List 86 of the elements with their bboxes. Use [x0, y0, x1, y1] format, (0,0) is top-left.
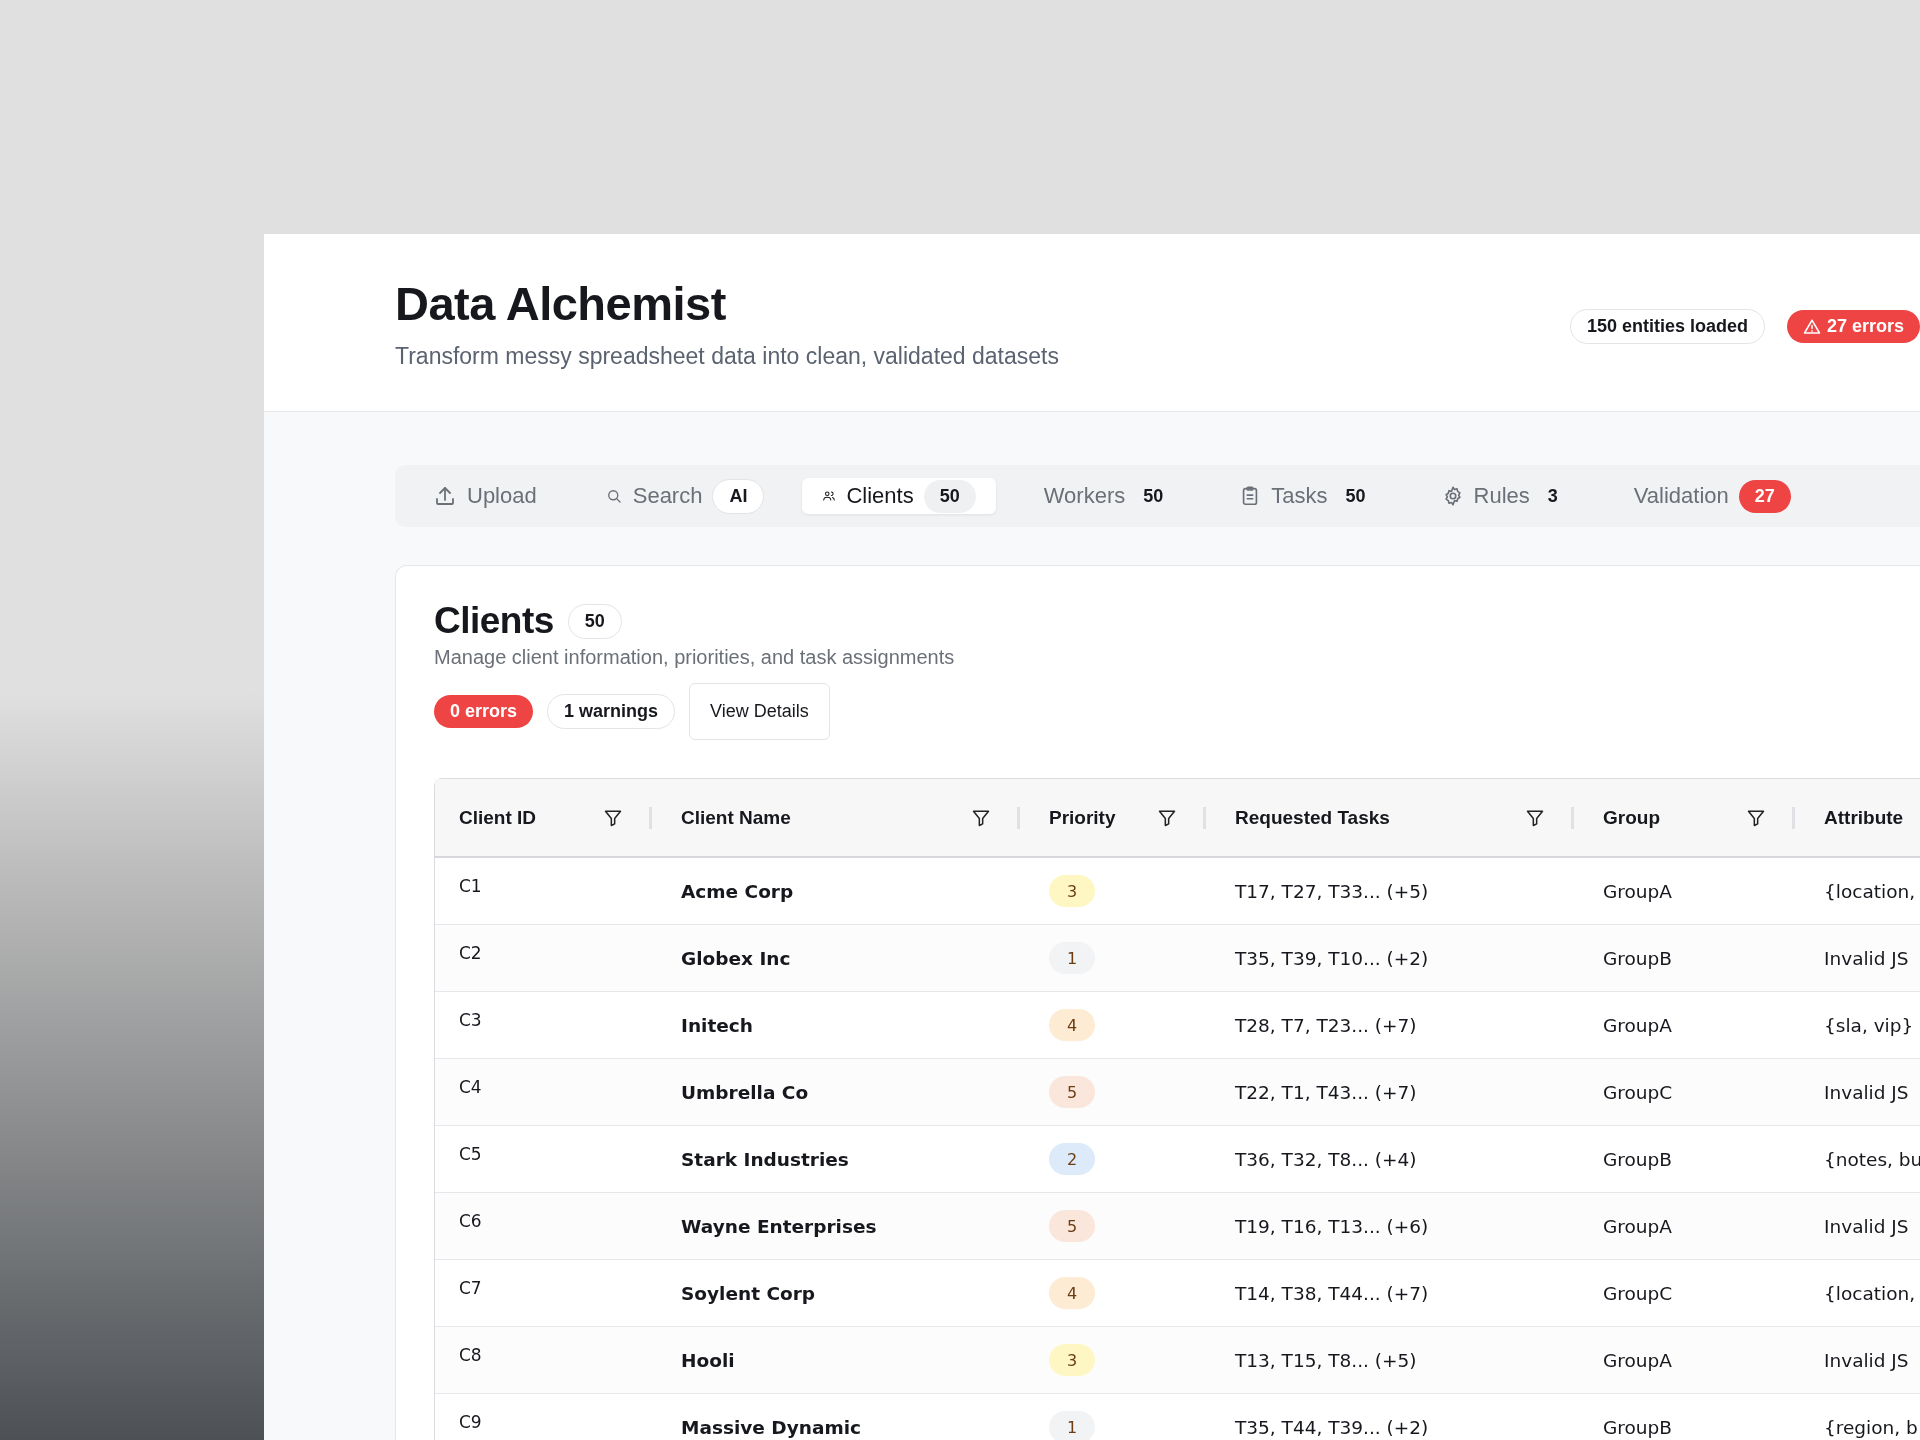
table-cell-text: T35, T44, T39... (+2) [1234, 1416, 1430, 1438]
table-cell-text: {sla, vip} [1823, 1014, 1915, 1036]
column-header: Client ID [459, 806, 537, 829]
table-cell-text: C1 [458, 876, 483, 896]
count-label: 50 [1344, 484, 1367, 508]
table-cell-text: {notes, bu [1823, 1148, 1920, 1170]
priority-badge: 3 [1049, 1344, 1095, 1376]
table-cell-text: GroupC [1602, 1081, 1674, 1103]
tab[interactable]: Upload [403, 478, 557, 514]
tab[interactable]: Rules 3 [1411, 478, 1586, 514]
app-title: Data Alchemist [395, 275, 727, 331]
status-badge: 150 entities loaded [1569, 309, 1765, 344]
table-cell-text: Initech [680, 1014, 754, 1036]
table-cell-text: GroupB [1602, 1416, 1673, 1438]
table-cell-text: C4 [458, 1077, 483, 1097]
priority-badge: 4 [1049, 1277, 1095, 1309]
priority-badge: 3 [1049, 875, 1095, 907]
table-cell-text: C8 [458, 1345, 483, 1365]
tab[interactable]: Tasks 50 [1209, 478, 1394, 514]
table-cell-text: C2 [458, 943, 483, 963]
table-cell-text: {region, b [1823, 1416, 1919, 1438]
priority-badge: 4 [1049, 1009, 1095, 1041]
count-badge: AI [712, 478, 765, 514]
view-details-button[interactable]: View Details [689, 683, 830, 740]
table-cell-text: T14, T38, T44... (+7) [1234, 1282, 1430, 1304]
table-cell-text: GroupA [1602, 1215, 1673, 1237]
table-cell-text: C5 [458, 1144, 483, 1164]
table-cell-text: Invalid JS [1823, 1081, 1910, 1103]
table-cell-text: Wayne Enterprises [680, 1215, 878, 1237]
priority-badge: 1 [1049, 1411, 1095, 1440]
count-badge: 50 [567, 603, 622, 639]
table-cell-text: Invalid JS [1823, 1349, 1910, 1371]
warning-icon [1802, 317, 1821, 336]
table-cell-text: T13, T15, T8... (+5) [1234, 1349, 1418, 1371]
table-cell-text: Invalid JS [1823, 947, 1910, 969]
table-cell-text: T36, T32, T8... (+4) [1234, 1148, 1418, 1170]
table-cell-text: T17, T27, T33... (+5) [1234, 880, 1430, 902]
table-cell-text: {location, [1823, 880, 1917, 902]
table-cell-text: T22, T1, T43... (+7) [1234, 1081, 1418, 1103]
table-cell-text: GroupC [1602, 1282, 1674, 1304]
table-cell-text: Invalid JS [1823, 1215, 1910, 1237]
upload-icon [433, 484, 457, 508]
column-header: Client Name [681, 806, 791, 829]
tab[interactable]: Search AI [574, 478, 785, 514]
tab[interactable]: Workers 50 [1013, 478, 1192, 514]
priority-badge: 5 [1049, 1076, 1095, 1108]
table-cell-text: Umbrella Co [680, 1081, 810, 1103]
people-icon [822, 489, 837, 503]
count-badge: 50 [923, 479, 976, 513]
table-cell-text: Acme Corp [680, 880, 795, 902]
priority-badge: 5 [1049, 1210, 1095, 1242]
table-cell-text: C6 [458, 1211, 483, 1231]
column-header: Priority [1049, 806, 1116, 829]
table-cell-text: Soylent Corp [680, 1282, 817, 1304]
count-label: 3 [1546, 484, 1559, 508]
table-cell-text: C7 [458, 1278, 483, 1298]
table-cell-text: GroupB [1602, 947, 1673, 969]
table-cell-text: GroupB [1602, 1148, 1673, 1170]
table-cell-text: T35, T39, T10... (+2) [1234, 947, 1430, 969]
table-cell-text: Stark Industries [680, 1148, 850, 1170]
table-cell-text: Massive Dynamic [680, 1416, 862, 1438]
tab[interactable]: Clients 50 [802, 478, 996, 514]
section-title: Clients [434, 600, 554, 642]
table-cell-text: GroupA [1602, 1014, 1673, 1036]
table-cell-text: T28, T7, T23... (+7) [1234, 1014, 1418, 1036]
tab[interactable]: Validation 27 [1603, 478, 1811, 514]
warning-count-badge: 1 warnings [547, 694, 676, 729]
table-cell-text: C3 [458, 1010, 483, 1030]
error-count-badge: 0 errors [434, 695, 534, 728]
table-cell-text: GroupA [1602, 880, 1673, 902]
priority-badge: 2 [1049, 1143, 1095, 1175]
section-subtitle: Manage client information, priorities, and task assignments [434, 646, 956, 669]
priority-badge: 1 [1049, 942, 1095, 974]
table-cell-text: {location, [1823, 1282, 1917, 1304]
count-label: 50 [1142, 484, 1165, 508]
table-cell-text: Hooli [680, 1349, 736, 1371]
column-header: Group [1603, 806, 1660, 829]
error-badge: 27 errors [1786, 310, 1920, 343]
column-header: Attribute [1824, 806, 1904, 829]
table-cell-text: GroupA [1602, 1349, 1673, 1371]
table-cell-text: C9 [458, 1412, 483, 1432]
column-header: Requested Tasks [1235, 806, 1390, 829]
table-cell-text: Globex Inc [680, 947, 792, 969]
app-subtitle: Transform messy spreadsheet data into clean, validated datasets [395, 342, 1059, 370]
count-badge: 27 [1738, 479, 1791, 513]
table-cell-text: T19, T16, T13... (+6) [1234, 1215, 1430, 1237]
